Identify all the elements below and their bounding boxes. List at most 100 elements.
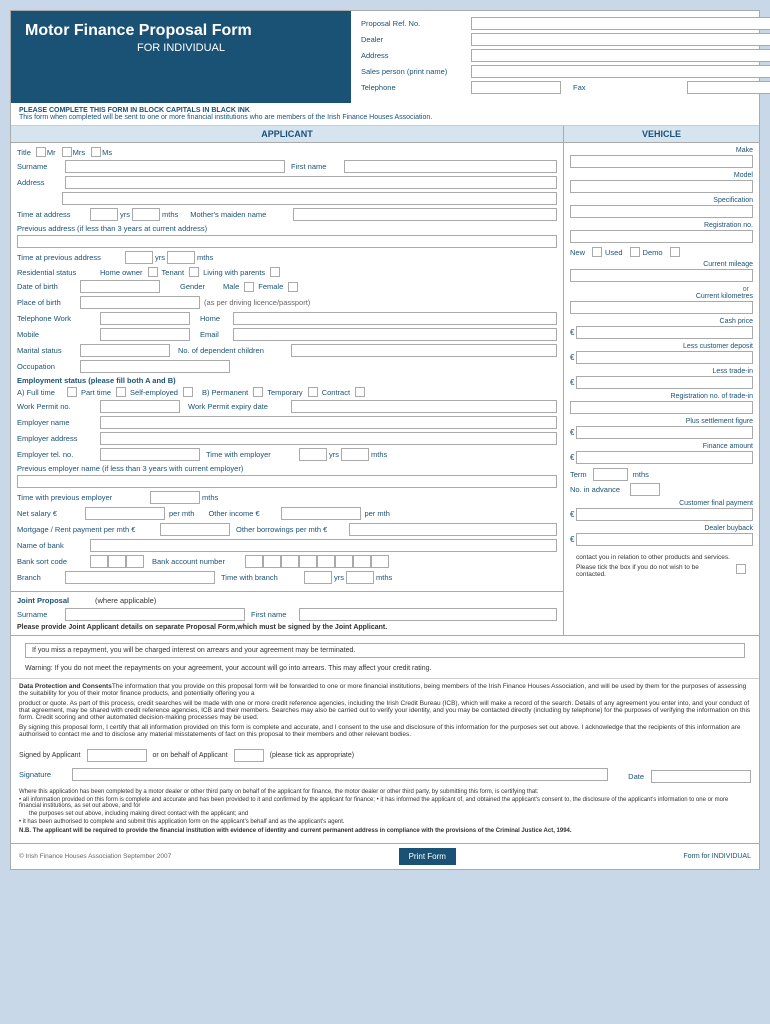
settlement-input[interactable] (576, 426, 753, 439)
self-emp-checkbox[interactable] (183, 387, 193, 397)
work-permit-input[interactable] (100, 400, 180, 413)
sort-code-2[interactable] (108, 555, 126, 568)
permanent-checkbox[interactable] (253, 387, 263, 397)
signed-input[interactable] (87, 749, 147, 762)
dependants-input[interactable] (291, 344, 557, 357)
employer-address-input[interactable] (100, 432, 557, 445)
make-input[interactable] (570, 155, 753, 168)
cash-price-input[interactable] (576, 326, 753, 339)
telephone-ref-input[interactable] (471, 81, 561, 94)
time-employer-yrs-input[interactable] (299, 448, 327, 461)
dob-input[interactable] (80, 280, 160, 293)
demo-checkbox[interactable] (670, 247, 680, 257)
yrs-label: yrs (120, 210, 130, 219)
employer-tel-input[interactable] (100, 448, 200, 461)
sort-code-1[interactable] (90, 555, 108, 568)
mortgage-input[interactable] (160, 523, 230, 536)
mobile-input[interactable] (100, 328, 190, 341)
living-checkbox[interactable] (270, 267, 280, 277)
new-checkbox[interactable] (592, 247, 602, 257)
time-prev-employer-input[interactable] (150, 491, 200, 504)
branch-mths-input[interactable] (346, 571, 374, 584)
male-checkbox[interactable] (244, 282, 254, 292)
account-4[interactable] (299, 555, 317, 568)
dealer-input[interactable] (471, 33, 770, 46)
account-5[interactable] (317, 555, 335, 568)
part-time-checkbox[interactable] (116, 387, 126, 397)
contact-opt-out-checkbox[interactable] (736, 564, 746, 574)
joint-surname-input[interactable] (65, 608, 245, 621)
account-2[interactable] (263, 555, 281, 568)
home-owner-checkbox[interactable] (148, 267, 158, 277)
on-behalf-input[interactable] (234, 749, 264, 762)
tel-work-input[interactable] (100, 312, 190, 325)
tradein-input[interactable] (576, 376, 753, 389)
account-8[interactable] (371, 555, 389, 568)
other-income-input[interactable] (281, 507, 361, 520)
sort-code-3[interactable] (126, 555, 144, 568)
branch-input[interactable] (65, 571, 215, 584)
mothers-maiden-input[interactable] (293, 208, 557, 221)
contract-checkbox[interactable] (355, 387, 365, 397)
date-input[interactable] (651, 770, 751, 783)
occupation-input[interactable] (80, 360, 230, 373)
joint-firstname-label: First name (251, 610, 296, 619)
place-birth-input[interactable] (80, 296, 200, 309)
joint-firstname-input[interactable] (299, 608, 557, 621)
deposit-input[interactable] (576, 351, 753, 364)
specification-input[interactable] (570, 205, 753, 218)
work-permit-expiry-input[interactable] (291, 400, 557, 413)
time-prev-yrs-input[interactable] (125, 251, 153, 264)
term-input[interactable] (593, 468, 628, 481)
time-prev-mths-input[interactable] (167, 251, 195, 264)
female-checkbox[interactable] (288, 282, 298, 292)
mileage-input[interactable] (570, 269, 753, 282)
account-3[interactable] (281, 555, 299, 568)
prev-employer-input[interactable] (17, 475, 557, 488)
tenant-checkbox[interactable] (189, 267, 199, 277)
reg-tradein-input[interactable] (570, 401, 753, 414)
time-employer-mths-input[interactable] (341, 448, 369, 461)
address-input-1[interactable] (65, 176, 557, 189)
part-time-label: Part time (81, 388, 111, 397)
customer-final-input[interactable] (576, 508, 753, 521)
employer-name-input[interactable] (100, 416, 557, 429)
first-name-input[interactable] (344, 160, 557, 173)
other-borrowings-input[interactable] (349, 523, 557, 536)
signature-input[interactable] (72, 768, 608, 781)
address-input-2[interactable] (62, 192, 557, 205)
sales-input[interactable] (471, 65, 770, 78)
dealer-buyback-input[interactable] (576, 533, 753, 546)
term-label: Term (570, 470, 587, 479)
account-6[interactable] (335, 555, 353, 568)
time-at-address-mths-input[interactable] (132, 208, 160, 221)
fax-input[interactable] (687, 81, 770, 94)
used-checkbox[interactable] (630, 247, 640, 257)
account-7[interactable] (353, 555, 371, 568)
term-mths-label: mths (633, 470, 649, 479)
branch-yrs-input[interactable] (304, 571, 332, 584)
no-advance-input[interactable] (630, 483, 660, 496)
km-input[interactable] (570, 301, 753, 314)
proposal-ref-input[interactable] (471, 17, 770, 30)
address-ref-input[interactable] (471, 49, 770, 62)
print-footer: © Irish Finance Houses Association Septe… (11, 843, 759, 869)
surname-input[interactable] (65, 160, 285, 173)
model-input[interactable] (570, 180, 753, 193)
bank-name-input[interactable] (90, 539, 557, 552)
mrs-checkbox[interactable] (62, 147, 72, 157)
ms-checkbox[interactable] (91, 147, 101, 157)
temporary-checkbox[interactable] (308, 387, 318, 397)
print-button[interactable]: Print Form (399, 848, 456, 865)
net-salary-input[interactable] (85, 507, 165, 520)
full-time-checkbox[interactable] (67, 387, 77, 397)
mr-checkbox[interactable] (36, 147, 46, 157)
account-1[interactable] (245, 555, 263, 568)
time-at-address-yrs-input[interactable] (90, 208, 118, 221)
email-input[interactable] (233, 328, 557, 341)
marital-input[interactable] (80, 344, 170, 357)
finance-amount-input[interactable] (576, 451, 753, 464)
prev-address-input-1[interactable] (17, 235, 557, 248)
registration-input[interactable] (570, 230, 753, 243)
home-tel-input[interactable] (233, 312, 557, 325)
